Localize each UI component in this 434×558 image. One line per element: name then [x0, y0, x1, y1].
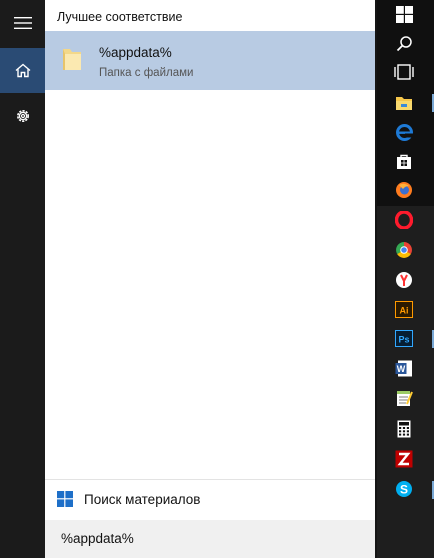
best-match-result[interactable]: %appdata% Папка с файлами: [45, 31, 375, 90]
chrome-icon: [396, 242, 412, 258]
word-icon: W: [395, 360, 412, 376]
taskbar-yandex-browser[interactable]: [393, 269, 415, 291]
svg-text:Ai: Ai: [400, 305, 409, 315]
store-icon: [397, 154, 411, 169]
svg-text:S: S: [400, 483, 408, 497]
search-materials-label: Поиск материалов: [84, 492, 201, 507]
home-icon: [15, 63, 30, 78]
hamburger-menu-button[interactable]: [0, 0, 45, 45]
divider: [45, 479, 375, 480]
svg-text:Ps: Ps: [398, 334, 409, 344]
taskbar-search-button[interactable]: [393, 32, 415, 54]
gear-icon: [16, 109, 29, 122]
hamburger-icon: [13, 16, 32, 29]
taskbar-opera[interactable]: [393, 209, 415, 231]
taskbar-notepad[interactable]: [393, 387, 415, 409]
result-title: %appdata%: [99, 45, 172, 60]
start-icon: [395, 5, 413, 23]
photoshop-icon: Ps: [395, 329, 413, 347]
taskbar-word[interactable]: W: [393, 357, 415, 379]
search-materials-button[interactable]: Поиск материалов: [45, 482, 375, 520]
start-button[interactable]: [393, 3, 415, 25]
notepad-icon: [396, 391, 413, 406]
taskbar-store[interactable]: [393, 150, 415, 172]
firefox-icon: [396, 182, 412, 198]
illustrator-icon: Ai: [395, 300, 413, 318]
taskbar-photoshop[interactable]: Ps: [393, 327, 415, 349]
result-subtitle: Папка с файлами: [99, 67, 194, 79]
taskbar-edge[interactable]: [393, 121, 415, 143]
search-input[interactable]: [61, 531, 361, 546]
yandex-browser-icon: [396, 272, 412, 288]
windows-logo-icon: [57, 491, 73, 507]
file-explorer-icon: [396, 97, 412, 110]
taskbar: Ai Ps W S: [377, 0, 434, 558]
taskbar-skype[interactable]: S: [393, 478, 415, 500]
search-box[interactable]: [45, 520, 375, 558]
taskbar-chrome[interactable]: [393, 239, 415, 261]
search-icon: [396, 35, 412, 51]
settings-button[interactable]: [0, 93, 45, 138]
home-button[interactable]: [0, 48, 45, 93]
taskbar-illustrator[interactable]: Ai: [393, 298, 415, 320]
skype-icon: S: [396, 481, 412, 497]
taskbar-firefox[interactable]: [393, 179, 415, 201]
folder-icon: [63, 49, 81, 70]
opera-icon: [395, 211, 413, 229]
taskbar-file-explorer[interactable]: [393, 92, 415, 114]
svg-text:W: W: [397, 364, 406, 374]
filezilla-icon: [395, 450, 413, 468]
taskbar-filezilla[interactable]: [393, 448, 415, 470]
edge-icon: [395, 123, 413, 141]
calculator-icon: [397, 420, 411, 438]
taskbar-calculator[interactable]: [393, 418, 415, 440]
navigation-rail: [0, 0, 45, 558]
task-view-icon: [394, 64, 414, 80]
search-results-pane: Лучшее соответствие %appdata% Папка с фа…: [45, 0, 375, 558]
task-view-button[interactable]: [393, 61, 415, 83]
best-match-heading: Лучшее соответствие: [57, 10, 183, 24]
